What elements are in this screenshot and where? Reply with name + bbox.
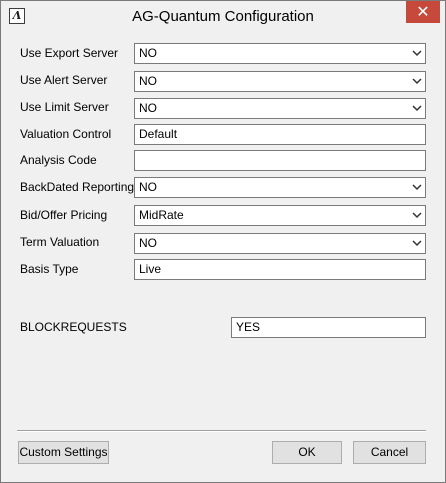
chevron-down-icon xyxy=(412,105,422,112)
dialog-body: Use Export Server NO Use Alert Server NO… xyxy=(9,32,437,475)
use-limit-server-label: Use Limit Server xyxy=(20,100,109,114)
analysis-code-input[interactable] xyxy=(134,150,426,171)
bid-offer-pricing-label: Bid/Offer Pricing xyxy=(20,208,108,222)
use-alert-server-select[interactable]: NO xyxy=(134,71,426,92)
term-valuation-value: NO xyxy=(139,236,157,250)
close-icon: ✕ xyxy=(416,2,430,21)
chevron-down-icon xyxy=(412,78,422,85)
use-export-server-value: NO xyxy=(139,46,157,60)
valuation-control-label: Valuation Control xyxy=(20,127,112,141)
use-limit-server-select[interactable]: NO xyxy=(134,98,426,119)
basis-type-input[interactable]: Live xyxy=(134,259,426,280)
title-bar[interactable]: Λ AG-Quantum Configuration ✕ xyxy=(1,1,445,32)
divider xyxy=(17,430,426,432)
blockrequests-label: BLOCKREQUESTS xyxy=(20,320,127,334)
window-title: AG-Quantum Configuration xyxy=(132,8,314,25)
chevron-down-icon xyxy=(412,50,422,57)
cancel-button[interactable]: Cancel xyxy=(353,441,426,464)
chevron-down-icon xyxy=(412,212,422,219)
backdated-reporting-label: BackDated Reporting xyxy=(20,180,135,194)
use-alert-server-value: NO xyxy=(139,74,157,88)
basis-type-label: Basis Type xyxy=(20,262,79,276)
valuation-control-input[interactable]: Default xyxy=(134,124,426,145)
chevron-down-icon xyxy=(412,240,422,247)
use-export-server-label: Use Export Server xyxy=(20,46,119,60)
blockrequests-input[interactable]: YES xyxy=(231,317,426,338)
bid-offer-pricing-select[interactable]: MidRate xyxy=(134,205,426,226)
use-alert-server-label: Use Alert Server xyxy=(20,73,108,87)
close-button[interactable]: ✕ xyxy=(406,1,440,23)
bid-offer-pricing-value: MidRate xyxy=(139,208,184,222)
custom-settings-button[interactable]: Custom Settings xyxy=(18,441,109,464)
analysis-code-label: Analysis Code xyxy=(20,153,97,167)
chevron-down-icon xyxy=(412,184,422,191)
ok-button[interactable]: OK xyxy=(272,441,342,464)
config-dialog: Λ AG-Quantum Configuration ✕ Use Export … xyxy=(0,0,446,483)
use-export-server-select[interactable]: NO xyxy=(134,43,426,64)
backdated-reporting-value: NO xyxy=(139,180,157,194)
term-valuation-select[interactable]: NO xyxy=(134,233,426,254)
backdated-reporting-select[interactable]: NO xyxy=(134,177,426,198)
term-valuation-label: Term Valuation xyxy=(20,235,100,249)
use-limit-server-value: NO xyxy=(139,101,157,115)
